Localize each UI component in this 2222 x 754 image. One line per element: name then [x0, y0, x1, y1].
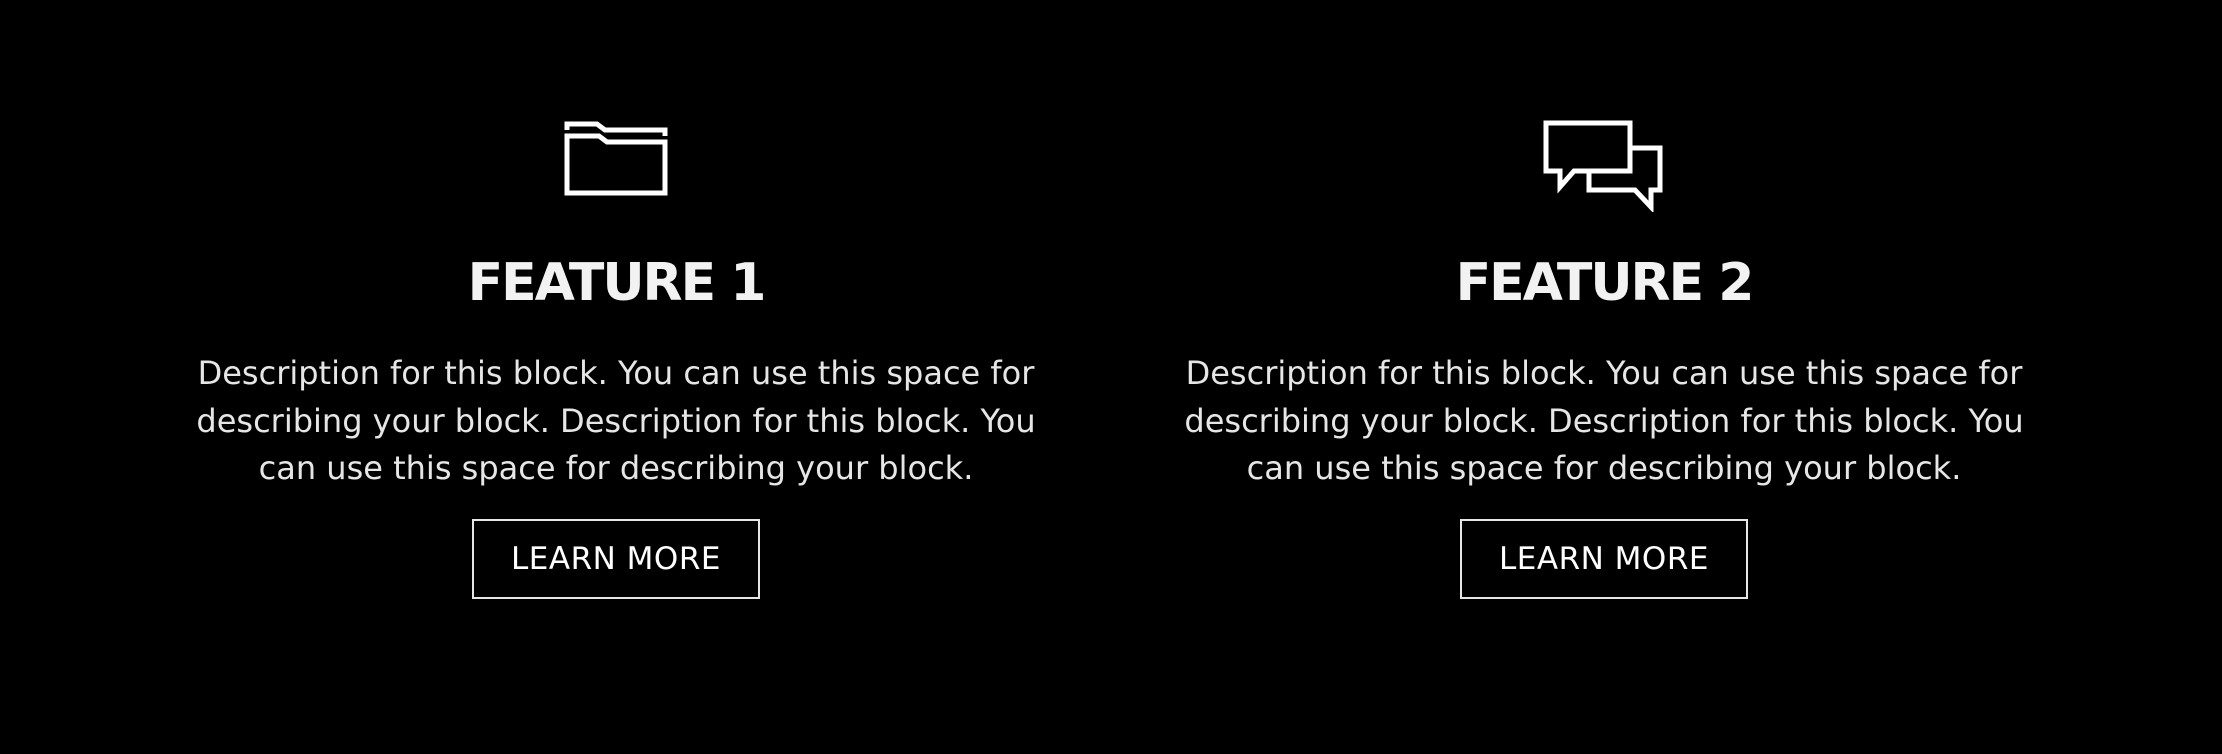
feature-1-icon-container — [166, 120, 1066, 220]
feature-1-learn-more-button[interactable]: LEARN MORE — [472, 519, 760, 599]
feature-2-title: FEATURE 2 — [1455, 253, 1755, 313]
feature-1-description: Description for this block. You can use … — [196, 354, 1036, 487]
feature-2-learn-more-button[interactable]: LEARN MORE — [1460, 519, 1748, 599]
feature-2-description: Description for this block. You can use … — [1184, 354, 2024, 487]
folder-icon — [564, 121, 668, 196]
feature-2-icon-container — [1154, 120, 2054, 220]
feature-1-title: FEATURE 1 — [467, 253, 767, 313]
chat-bubbles-icon — [1543, 120, 1663, 212]
